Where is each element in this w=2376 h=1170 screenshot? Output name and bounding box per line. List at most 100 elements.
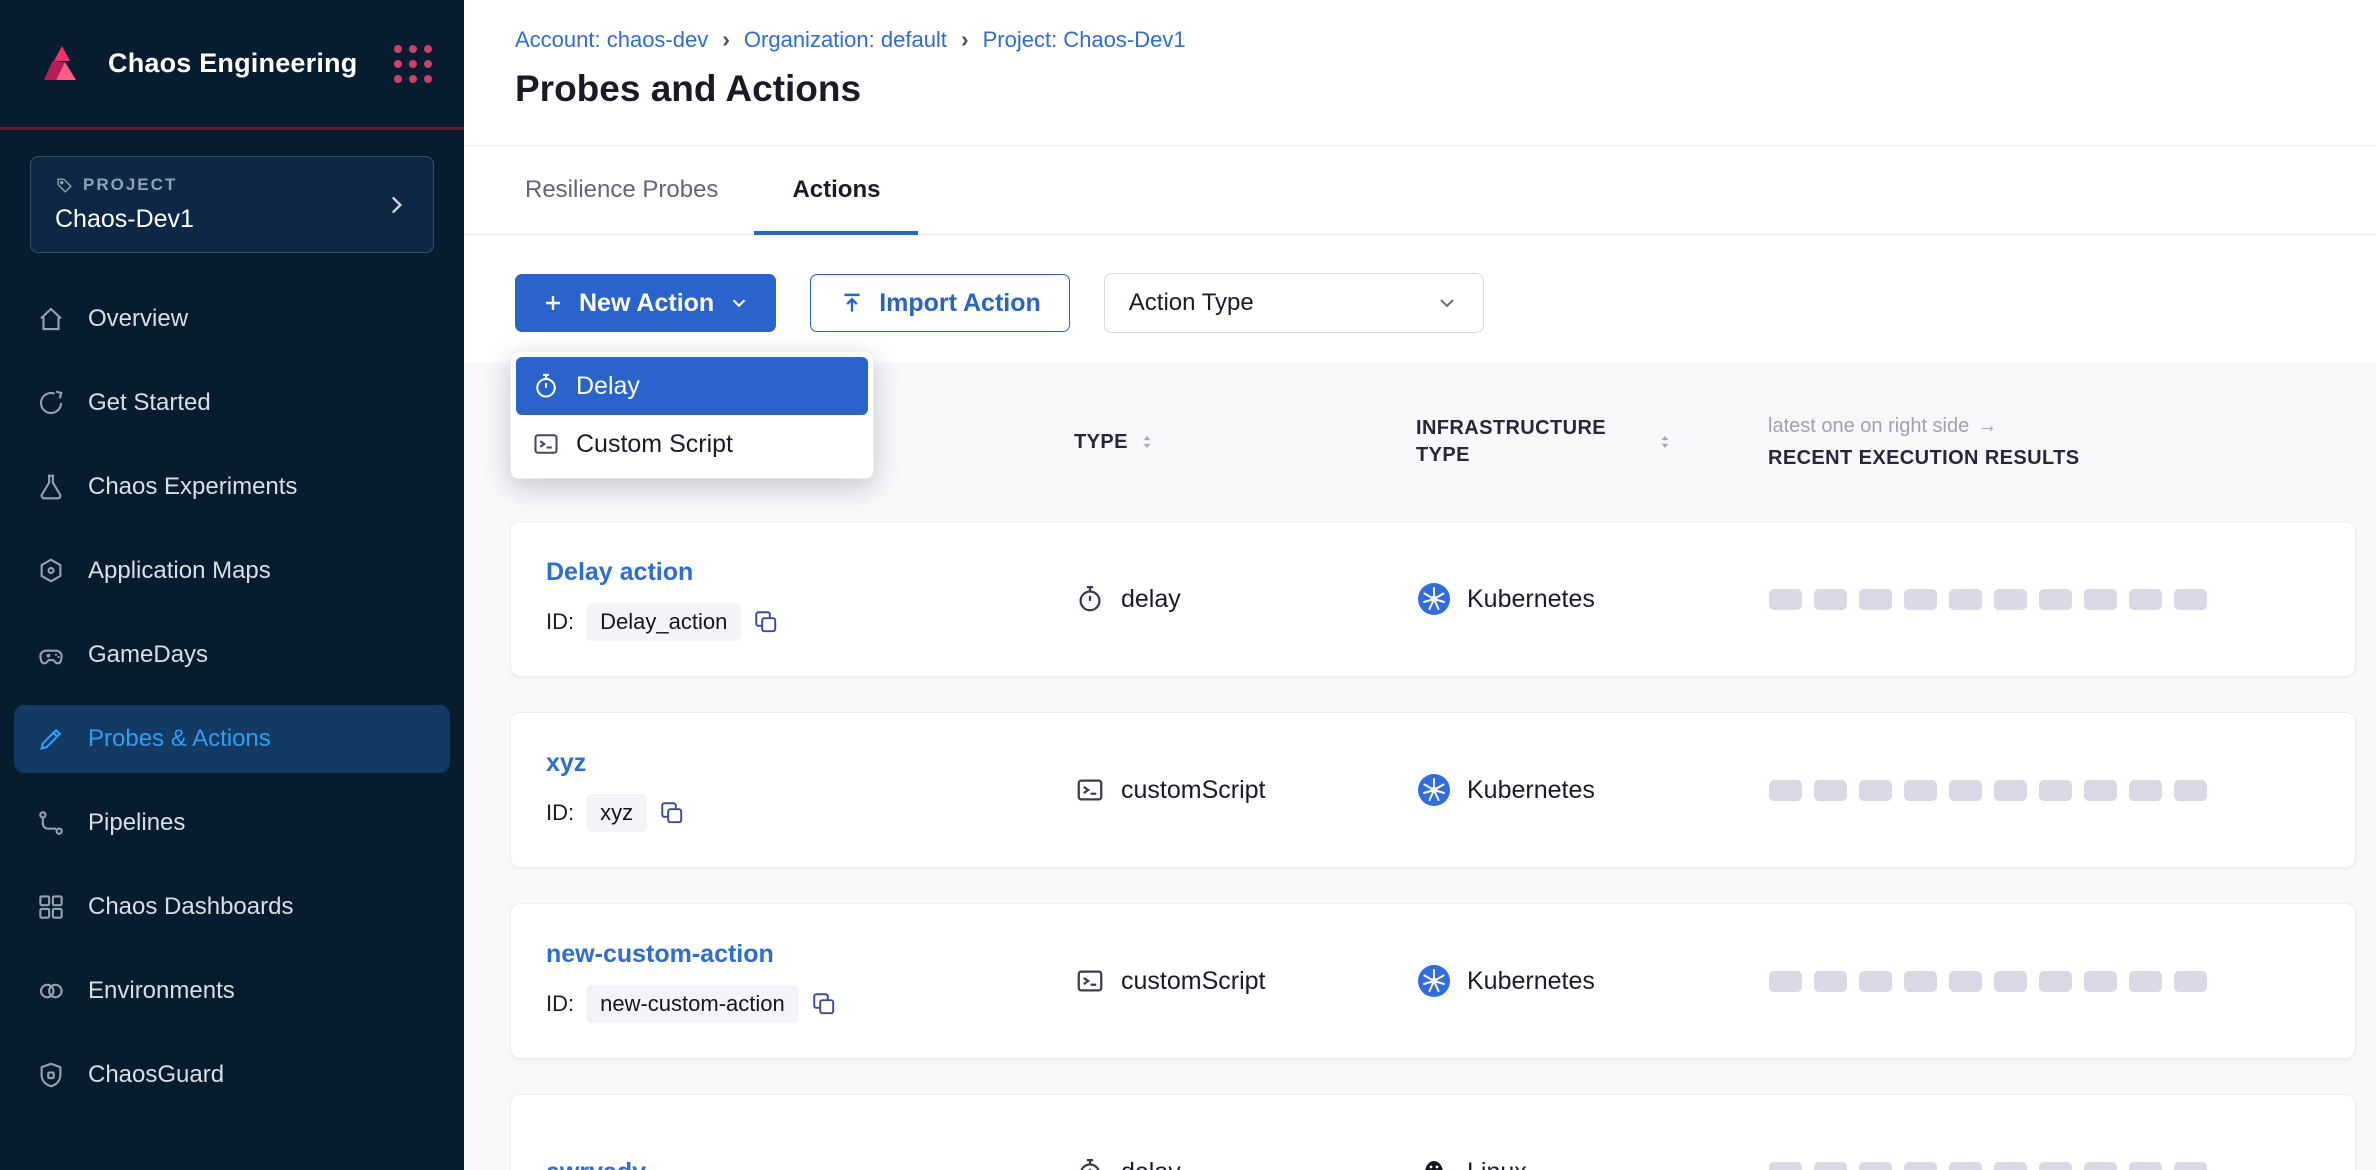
main-content: Account: chaos-dev › Organization: defau… [464,0,2376,1170]
action-type-cell: delay [1075,584,1417,614]
chaos-engineering-logo-icon [32,36,88,92]
actions-table: TYPE INFRASTRUCTURE TYPE latest one on r… [464,363,2376,1170]
action-id-row: ID: new-custom-action [546,985,1075,1023]
compass-icon [36,388,66,418]
kubernetes-icon [1417,582,1451,616]
sidebar-item-chaos-experiments[interactable]: Chaos Experiments [14,453,450,521]
recent-execution-results [1769,589,2355,610]
flask-icon [36,472,66,502]
execution-result-bar [1994,589,2027,610]
project-selector[interactable]: PROJECT Chaos-Dev1 [30,156,434,253]
stopwatch-icon [1075,584,1105,614]
id-label: ID: [546,800,574,826]
sidebar-item-get-started[interactable]: Get Started [14,369,450,437]
execution-result-bar [1814,780,1847,801]
action-name-link[interactable]: xyz [546,749,1075,778]
recent-results-hint: latest one on right side → [1768,415,2356,438]
project-selector-text: PROJECT Chaos-Dev1 [55,175,383,234]
stopwatch-icon [532,372,560,400]
upload-icon [839,290,865,316]
linux-icon [1417,1155,1451,1170]
execution-result-bar [1814,1162,1847,1170]
execution-result-bar [2039,780,2072,801]
execution-result-bar [2174,971,2207,992]
home-icon [36,304,66,334]
id-label: ID: [546,609,574,635]
execution-result-bar [2174,589,2207,610]
tab-actions[interactable]: Actions [754,146,918,234]
arrow-right-icon: → [1977,415,1997,438]
execution-result-bar [1949,971,1982,992]
sidebar-item-overview[interactable]: Overview [14,285,450,353]
kubernetes-icon [1417,773,1451,807]
shield-lock-icon [36,1060,66,1090]
sidebar-item-chaos-dashboards[interactable]: Chaos Dashboards [14,873,450,941]
chevron-down-icon [1435,291,1459,315]
action-type-cell: customScript [1075,966,1417,996]
tab-resilience-probes[interactable]: Resilience Probes [515,146,728,234]
sort-icon[interactable] [1138,430,1156,454]
execution-result-bar [1859,780,1892,801]
execution-result-bar [1904,1162,1937,1170]
action-name-link[interactable]: awrvadv [546,1158,1075,1170]
dropdown-item-delay[interactable]: Delay [516,357,868,415]
copy-icon[interactable] [753,609,779,635]
action-name-link[interactable]: new-custom-action [546,940,1075,969]
sidebar-item-probes-and-actions[interactable]: Probes & Actions [14,705,450,773]
breadcrumb-separator: › [961,26,969,53]
terminal-icon [1075,775,1105,805]
dashboard-grid-icon [36,892,66,922]
action-id-value: xyz [586,794,647,832]
infrastructure-cell: Kubernetes [1417,582,1769,616]
execution-result-bar [1949,1162,1982,1170]
execution-result-bar [2084,780,2117,801]
breadcrumb-account-link[interactable]: Account: chaos-dev [515,27,708,53]
terminal-icon [1075,966,1105,996]
table-row: Delay action ID: Delay_action delay [510,521,2356,677]
recent-execution-results [1769,780,2355,801]
environments-icon [36,976,66,1006]
sidebar-item-environments[interactable]: Environments [14,957,450,1025]
kubernetes-icon [1417,964,1451,998]
dropdown-item-custom-script[interactable]: Custom Script [516,415,868,473]
recent-execution-results [1769,1162,2355,1170]
sidebar-item-pipelines[interactable]: Pipelines [14,789,450,857]
action-type-select-value: Action Type [1129,289,1254,317]
sidebar-item-application-maps[interactable]: Application Maps [14,537,450,605]
column-header-infrastructure-type: INFRASTRUCTURE TYPE [1416,415,1768,469]
terminal-icon [532,430,560,458]
breadcrumb-organization-link[interactable]: Organization: default [744,27,947,53]
sidebar-item-gamedays[interactable]: GameDays [14,621,450,689]
toolbar: New Action Import Action Action Type [464,235,2376,363]
pen-icon [36,724,66,754]
copy-icon[interactable] [659,800,685,826]
action-name-link[interactable]: Delay action [546,558,1075,587]
action-id-row: ID: xyz [546,794,1075,832]
import-action-button[interactable]: Import Action [810,274,1070,332]
tag-icon [55,176,74,195]
sidebar-item-chaosguard[interactable]: ChaosGuard [14,1041,450,1109]
hexagon-icon [36,556,66,586]
module-switcher-grid-icon[interactable] [394,45,432,83]
action-id-value: new-custom-action [586,985,799,1023]
page-header: Account: chaos-dev › Organization: defau… [464,0,2376,146]
execution-result-bar [2039,1162,2072,1170]
sidebar: Chaos Engineering PROJECT Chaos-Dev1 [0,0,464,1170]
new-action-button[interactable]: New Action [515,274,776,332]
action-name-cell: xyz ID: xyz [511,749,1075,832]
execution-result-bar [1994,1162,2027,1170]
execution-result-bar [1814,589,1847,610]
execution-result-bar [1904,589,1937,610]
execution-result-bar [1949,589,1982,610]
execution-result-bar [2129,1162,2162,1170]
execution-result-bar [2174,780,2207,801]
action-type-cell: delay [1075,1157,1417,1170]
sidebar-header: Chaos Engineering [0,0,464,130]
gamepad-icon [36,640,66,670]
breadcrumb-project-link[interactable]: Project: Chaos-Dev1 [983,27,1186,53]
table-row: xyz ID: xyz customScript [510,712,2356,868]
sort-icon[interactable] [1656,430,1674,454]
copy-icon[interactable] [811,991,837,1017]
action-type-select[interactable]: Action Type [1104,273,1484,333]
action-id-value: Delay_action [586,603,741,641]
